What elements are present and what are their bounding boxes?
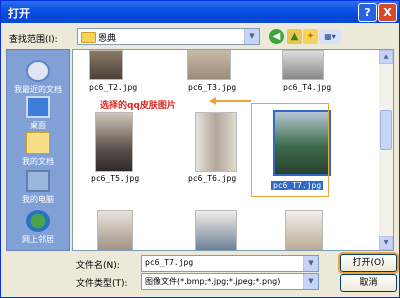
place-label: 桌面 xyxy=(30,121,46,130)
place-desktop[interactable]: 桌面 xyxy=(7,96,69,131)
filetype-select[interactable]: 图像文件(*.bmp;*.jpg;*.jpeg;*.png) ▼ xyxy=(141,273,319,290)
open-button[interactable]: 打开(O) xyxy=(340,254,397,272)
annotation-text: 选择的qq皮肤图片 xyxy=(100,101,176,111)
file-thumbnail[interactable] xyxy=(183,50,231,102)
file-thumbnail[interactable] xyxy=(85,50,125,102)
thumbnail-image xyxy=(89,50,123,80)
new-folder-icon[interactable]: ✦ xyxy=(303,29,318,44)
back-icon[interactable]: ◀ xyxy=(269,29,284,44)
title-bar: 打开 ? X xyxy=(1,1,399,23)
thumbnail-image xyxy=(97,210,133,250)
help-button[interactable]: ? xyxy=(358,3,377,22)
scroll-up-icon[interactable]: ▲ xyxy=(379,50,393,64)
place-label: 网上邻居 xyxy=(22,235,54,244)
open-dialog: 打开 ? X 查找范围(I): 恩典 ▼ ◀ ▲ ✦ ▦▾ 我最近的文档 桌面 … xyxy=(0,0,400,298)
thumbnail-image xyxy=(187,50,231,80)
filetype-label: 文件类型(T): xyxy=(76,279,128,289)
lookin-dropdown[interactable]: 恩典 ▼ xyxy=(77,28,260,45)
file-thumbnail[interactable] xyxy=(195,110,237,172)
file-thumbnail[interactable] xyxy=(285,210,325,250)
annotation-arrow xyxy=(215,100,251,102)
scroll-down-icon[interactable]: ▼ xyxy=(379,236,393,250)
file-name[interactable]: pc6_T4.jpg xyxy=(283,83,331,92)
place-recent-documents[interactable]: 我最近的文档 xyxy=(7,60,69,95)
filetype-value: 图像文件(*.bmp;*.jpg;*.jpeg;*.png) xyxy=(145,277,281,286)
place-my-computer[interactable]: 我的电脑 xyxy=(7,170,69,205)
place-label: 我的文档 xyxy=(22,157,54,166)
file-name-selected[interactable]: pc6_T7.jpg xyxy=(271,181,324,190)
my-documents-icon xyxy=(26,132,50,154)
file-name[interactable]: pc6_T6.jpg xyxy=(188,174,236,183)
chevron-down-icon[interactable]: ▼ xyxy=(303,274,318,289)
places-bar: 我最近的文档 桌面 我的文档 我的电脑 网上邻居 xyxy=(6,49,70,251)
lookin-value: 恩典 xyxy=(98,34,117,44)
thumbnail-image xyxy=(285,210,323,250)
filename-label: 文件名(N): xyxy=(76,261,120,271)
thumbnail-image xyxy=(195,112,237,172)
thumbnail-image xyxy=(282,50,324,80)
filename-value: pc6_T7.jpg xyxy=(145,258,194,267)
file-name[interactable]: pc6_T5.jpg xyxy=(91,174,139,183)
chevron-down-icon[interactable]: ▼ xyxy=(244,29,259,44)
file-name[interactable]: pc6_T2.jpg xyxy=(89,83,137,92)
close-button[interactable]: X xyxy=(378,3,397,22)
file-thumbnail[interactable] xyxy=(278,50,324,102)
place-label: 我的电脑 xyxy=(22,195,54,204)
my-computer-icon xyxy=(26,170,50,192)
chevron-down-icon[interactable]: ▼ xyxy=(303,256,318,271)
file-list[interactable]: pc6_T2.jpg pc6_T3.jpg pc6_T4.jpg pc6_T5.… xyxy=(72,49,394,251)
file-name[interactable]: pc6_T3.jpg xyxy=(188,83,236,92)
place-my-documents[interactable]: 我的文档 xyxy=(7,132,69,167)
vertical-scrollbar[interactable]: ▲ ▼ xyxy=(379,50,393,250)
desktop-icon xyxy=(26,96,50,118)
file-thumbnail[interactable] xyxy=(95,110,135,172)
scroll-thumb[interactable] xyxy=(380,110,392,150)
place-label: 我最近的文档 xyxy=(14,85,62,94)
window-title: 打开 xyxy=(8,7,30,20)
network-icon xyxy=(26,210,50,232)
file-thumbnail[interactable] xyxy=(97,210,137,250)
file-thumbnail[interactable] xyxy=(195,210,237,250)
arrow-left-icon xyxy=(209,97,216,105)
up-folder-icon[interactable]: ▲ xyxy=(287,29,302,44)
folder-icon xyxy=(81,32,96,43)
views-menu-icon[interactable]: ▦▾ xyxy=(319,29,341,44)
lookin-label: 查找范围(I): xyxy=(9,35,58,45)
cancel-button[interactable]: 取消 xyxy=(340,274,397,292)
thumbnail-image xyxy=(195,210,237,250)
place-network[interactable]: 网上邻居 xyxy=(7,210,69,245)
recent-documents-icon xyxy=(26,60,50,82)
thumbnail-image xyxy=(95,112,133,172)
filename-input[interactable]: pc6_T7.jpg ▼ xyxy=(141,255,319,272)
